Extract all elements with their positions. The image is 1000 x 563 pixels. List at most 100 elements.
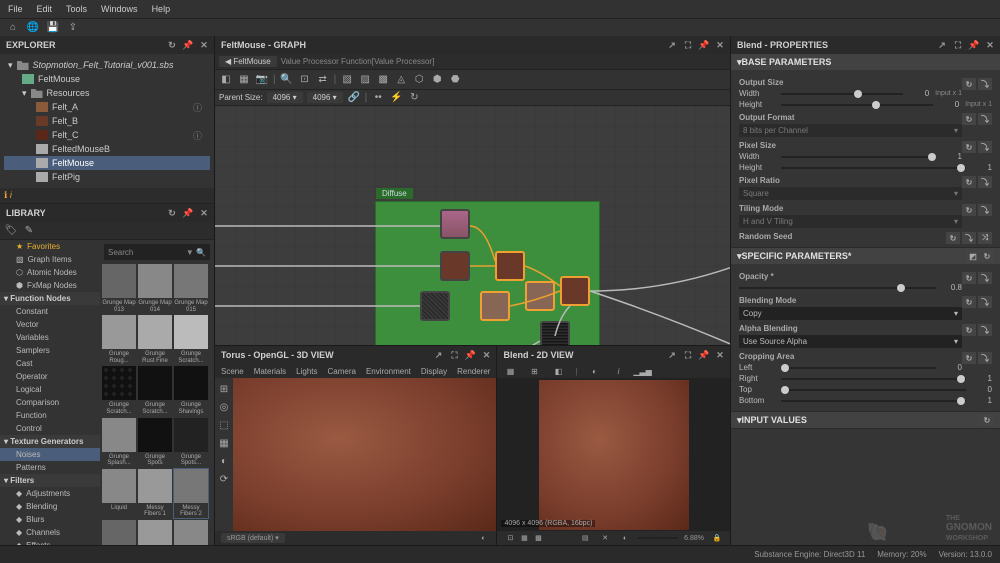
crop-right-slider[interactable] — [781, 378, 966, 380]
cat-item[interactable]: Control — [0, 422, 100, 435]
text-icon[interactable]: i — [612, 364, 626, 378]
thumb[interactable]: Microsco... View — [138, 520, 172, 545]
tree-feltmouse-selected[interactable]: FeltMouse — [4, 156, 210, 170]
tool-icon[interactable]: ▦ — [517, 531, 531, 545]
pin-icon[interactable]: 📌 — [182, 207, 194, 219]
cat-hdr-fn[interactable]: ▾ Function Nodes — [0, 292, 100, 305]
menu-item[interactable]: Renderer — [457, 367, 490, 376]
graph-node[interactable] — [420, 291, 450, 321]
link-icon[interactable]: 🔗 — [347, 91, 361, 105]
zoom-slider[interactable] — [638, 537, 678, 539]
menu-edit[interactable]: Edit — [37, 4, 53, 14]
reset-all-icon[interactable]: ↻ — [980, 250, 994, 262]
cat-fxmap[interactable]: ⬢ FxMap Nodes — [0, 279, 100, 292]
menu-windows[interactable]: Windows — [101, 4, 138, 14]
info-tab[interactable]: ℹ i — [4, 190, 12, 201]
reset-icon[interactable]: ↻ — [962, 272, 976, 284]
cat-item[interactable]: Variables — [0, 331, 100, 344]
thumb[interactable]: Liquid — [102, 469, 136, 518]
tree-feltedmouseb[interactable]: FeltedMouseB — [4, 142, 210, 156]
bc-root[interactable]: ◀ FeltMouse — [219, 56, 277, 67]
thumb[interactable]: Messy Fibers 1 — [138, 469, 172, 518]
thumb[interactable]: Grunge Map 014 — [138, 264, 172, 313]
thumb[interactable]: Messy Fibers 3 — [102, 520, 136, 545]
tree-felt-c[interactable]: Felt_Cⓘ — [4, 128, 210, 142]
fit-icon[interactable]: ⊡ — [298, 73, 312, 87]
reset-icon[interactable]: ↻ — [946, 232, 960, 244]
opacity-slider[interactable] — [739, 287, 936, 289]
tool-icon[interactable]: ⬣ — [448, 73, 462, 87]
cat-item[interactable]: ◆ Channels — [0, 526, 100, 539]
render-icon[interactable]: ▦ — [237, 73, 251, 87]
crop-bottom-slider[interactable] — [781, 400, 966, 402]
lightning-icon[interactable]: ⚡ — [389, 91, 403, 105]
lock-icon[interactable]: 🔒 — [710, 531, 724, 545]
refresh-icon[interactable]: ↻ — [407, 91, 421, 105]
tool-icon[interactable]: ◬ — [394, 73, 408, 87]
tool-icon[interactable]: ▩ — [376, 73, 390, 87]
menu-item[interactable]: Display — [421, 367, 447, 376]
tool-icon[interactable]: ◎ — [217, 400, 231, 414]
menu-help[interactable]: Help — [152, 4, 171, 14]
cat-favorites[interactable]: ★ Favorites — [0, 240, 100, 253]
inherit-icon[interactable]: ⤵ — [978, 176, 992, 188]
3d-view-canvas[interactable] — [233, 378, 496, 531]
pixel-ratio-dropdown[interactable]: Square▾ — [739, 187, 962, 200]
inherit-icon[interactable]: ⤵ — [962, 232, 976, 244]
filter-icon[interactable]: ▼ 🔍 — [186, 248, 206, 257]
cat-item[interactable]: Vector — [0, 318, 100, 331]
tool-icon[interactable]: ⊞ — [217, 382, 231, 396]
tool-icon[interactable]: ◐ — [588, 364, 602, 378]
cat-item[interactable]: Function — [0, 409, 100, 422]
maximize-icon[interactable]: ⛶ — [682, 39, 694, 51]
menu-tools[interactable]: Tools — [66, 4, 87, 14]
tool-icon[interactable]: ▦ — [503, 364, 517, 378]
link-icon[interactable]: ⇄ — [316, 73, 330, 87]
cat-item[interactable]: Logical — [0, 383, 100, 396]
pin-icon[interactable]: 📌 — [698, 349, 710, 361]
zoom-icon[interactable]: 🔍 — [280, 73, 294, 87]
cat-item[interactable]: ◆ Adjustments — [0, 487, 100, 500]
inherit-icon[interactable]: ⤵ — [978, 352, 992, 364]
tool-icon[interactable]: ⬚ — [217, 418, 231, 432]
thumb[interactable]: Grunge Scratch... — [138, 366, 172, 415]
reset-icon[interactable]: ↻ — [980, 414, 994, 426]
tree-root[interactable]: ▾ Stopmotion_Felt_Tutorial_v001.sbs — [4, 58, 210, 72]
parent-size-y[interactable]: 4096 ▾ — [307, 92, 343, 103]
undock-icon[interactable]: ↗ — [666, 39, 678, 51]
camera-icon[interactable]: 📷 — [255, 73, 269, 87]
tree-felt-a[interactable]: Felt_Aⓘ — [4, 100, 210, 114]
inherit-icon[interactable]: ⤵ — [978, 78, 992, 90]
tool-icon[interactable]: ⬡ — [412, 73, 426, 87]
crop-left-slider[interactable] — [781, 367, 936, 369]
tool-icon[interactable]: ⊡ — [503, 531, 517, 545]
section-inputs[interactable]: ▾ INPUT VALUES↻ — [731, 412, 1000, 428]
reset-icon[interactable]: ↻ — [962, 141, 976, 153]
cat-hdr-filters[interactable]: ▾ Filters — [0, 474, 100, 487]
menu-item[interactable]: Scene — [221, 367, 244, 376]
reset-icon[interactable]: ↻ — [962, 113, 976, 125]
tool-icon[interactable]: ▦ — [217, 436, 231, 450]
cat-graph-items[interactable]: ▧ Graph Items — [0, 253, 100, 266]
close-icon[interactable]: ✕ — [714, 39, 726, 51]
cat-item[interactable]: Cast — [0, 357, 100, 370]
thumb[interactable]: Grunge Splash... — [102, 418, 136, 467]
expose-icon[interactable]: ◩ — [966, 250, 980, 262]
thumb[interactable]: Grunge Scratch... — [102, 366, 136, 415]
graph-node-selected[interactable] — [560, 276, 590, 306]
undock-icon[interactable]: ↗ — [432, 349, 444, 361]
tree-feltpig[interactable]: FeltPig — [4, 170, 210, 184]
cat-patterns[interactable]: Patterns — [0, 461, 100, 474]
tool-icon[interactable]: ▧ — [340, 73, 354, 87]
brush-icon[interactable]: ✎ — [22, 224, 36, 238]
graph-canvas[interactable]: Diffuse Height — [215, 106, 730, 345]
cat-atomic[interactable]: ⬡ Atomic Nodes — [0, 266, 100, 279]
tool-icon[interactable]: ▩ — [531, 531, 545, 545]
section-specific[interactable]: ▾ SPECIFIC PARAMETERS *◩↻ — [731, 248, 1000, 264]
thumb[interactable]: Grunge Spots... — [174, 418, 208, 467]
thumb[interactable]: Grunge Scratch... — [174, 315, 208, 364]
cat-item[interactable]: Constant — [0, 305, 100, 318]
alpha-dropdown[interactable]: Use Source Alpha▾ — [739, 335, 962, 348]
cat-hdr-tg[interactable]: ▾ Texture Generators — [0, 435, 100, 448]
export-icon[interactable]: ⇪ — [66, 21, 80, 35]
